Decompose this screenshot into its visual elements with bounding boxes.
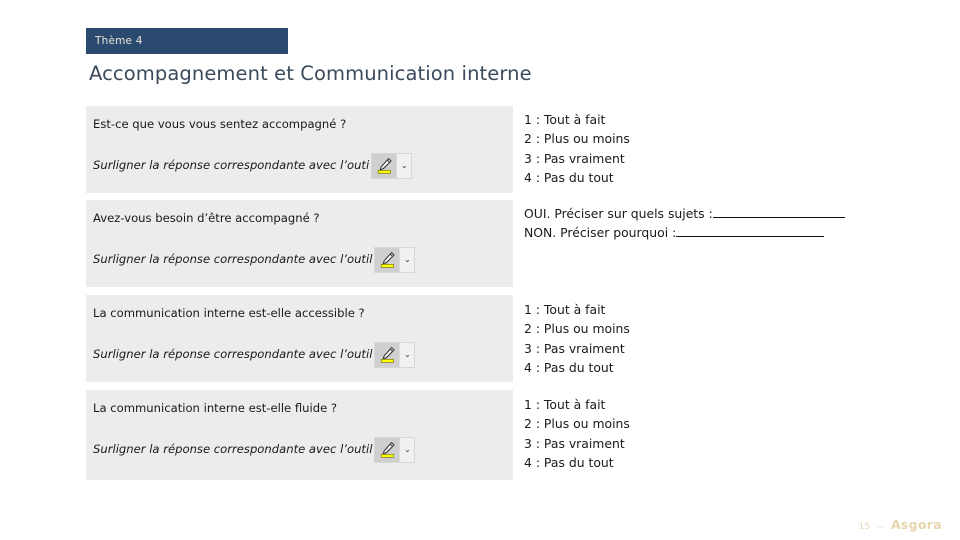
answer-group-4: 1 : Tout à fait 2 : Plus ou moins 3 : Pa… — [524, 395, 630, 473]
answer-option: 3 : Pas vraiment — [524, 340, 625, 356]
answer-option: 4 : Pas du tout — [524, 360, 614, 376]
instruction-text-3: Surligner la réponse correspondante avec… — [93, 346, 373, 361]
chevron-down-icon[interactable]: ⌄ — [400, 342, 415, 367]
answer-option: 2 : Plus ou moins — [524, 416, 630, 432]
page-number: 15 — [858, 522, 870, 532]
chevron-down-icon[interactable]: ⌄ — [400, 247, 415, 272]
slide-footer: 15 — Asgora — [858, 517, 942, 532]
question-text-3: La communication interne est-elle access… — [93, 306, 365, 320]
question-text-2: Avez-vous besoin d’être accompagné ? — [93, 211, 320, 225]
chevron-down-icon[interactable]: ⌄ — [400, 437, 415, 462]
highlighter-icon[interactable] — [372, 153, 398, 178]
theme-banner-label: Thème 4 — [95, 34, 143, 47]
question-block-2: Avez-vous besoin d’être accompagné ? Sur… — [86, 200, 513, 287]
answer-freetext-oui: OUI. Préciser sur quels sujets : — [524, 204, 845, 223]
highlighter-control-2[interactable]: ⌄ — [374, 246, 416, 273]
answer-blank-line-non[interactable] — [676, 225, 825, 238]
answer-group-3: 1 : Tout à fait 2 : Plus ou moins 3 : Pa… — [524, 300, 630, 378]
answer-freetext-oui-label: OUI. Préciser sur quels sujets : — [524, 206, 713, 221]
answer-freetext-non-label: NON. Préciser pourquoi : — [524, 225, 677, 241]
instruction-row-2: Surligner la réponse correspondante avec… — [93, 246, 513, 273]
question-block-1: Est-ce que vous vous sentez accompagné ?… — [86, 106, 513, 193]
highlighter-icon[interactable] — [375, 437, 401, 462]
question-text-4: La communication interne est-elle fluide… — [93, 401, 338, 415]
answer-option: 4 : Pas du tout — [524, 170, 614, 186]
question-text-1: Est-ce que vous vous sentez accompagné ? — [93, 117, 347, 131]
highlighter-control-1[interactable]: ⌄ — [371, 152, 413, 179]
answer-option: 2 : Plus ou moins — [524, 321, 630, 337]
instruction-text-2: Surligner la réponse correspondante avec… — [93, 251, 373, 266]
page-title: Accompagnement et Communication interne — [89, 62, 532, 85]
highlighter-icon[interactable] — [375, 342, 401, 367]
highlighter-control-4[interactable]: ⌄ — [374, 436, 416, 463]
instruction-text-1: Surligner la réponse correspondante avec… — [93, 157, 370, 172]
answer-option: 1 : Tout à fait — [524, 397, 606, 412]
brand-logo: Asgora — [890, 517, 942, 532]
chevron-down-icon[interactable]: ⌄ — [397, 153, 412, 178]
answer-group-2: OUI. Préciser sur quels sujets : NON. Pr… — [524, 204, 845, 243]
answer-blank-line-oui[interactable] — [712, 206, 845, 218]
answer-freetext-non: NON. Préciser pourquoi : — [524, 223, 845, 242]
instruction-row-4: Surligner la réponse correspondante avec… — [93, 436, 513, 463]
footer-separator: — — [875, 522, 885, 532]
instruction-row-3: Surligner la réponse correspondante avec… — [93, 341, 513, 368]
instruction-row-1: Surligner la réponse correspondante avec… — [93, 152, 513, 179]
highlighter-icon[interactable] — [375, 247, 401, 272]
theme-banner: Thème 4 — [86, 28, 288, 54]
answer-option: 3 : Pas vraiment — [524, 435, 625, 451]
answer-option: 1 : Tout à fait — [524, 112, 606, 127]
answer-option: 1 : Tout à fait — [524, 302, 606, 317]
question-block-4: La communication interne est-elle fluide… — [86, 390, 513, 480]
answer-option: 4 : Pas du tout — [524, 455, 614, 471]
answer-option: 2 : Plus ou moins — [524, 131, 630, 147]
answer-option: 3 : Pas vraiment — [524, 150, 625, 166]
answer-group-1: 1 : Tout à fait 2 : Plus ou moins 3 : Pa… — [524, 110, 630, 188]
instruction-text-4: Surligner la réponse correspondante avec… — [93, 441, 373, 456]
question-block-3: La communication interne est-elle access… — [86, 295, 513, 382]
highlighter-control-3[interactable]: ⌄ — [374, 341, 416, 368]
